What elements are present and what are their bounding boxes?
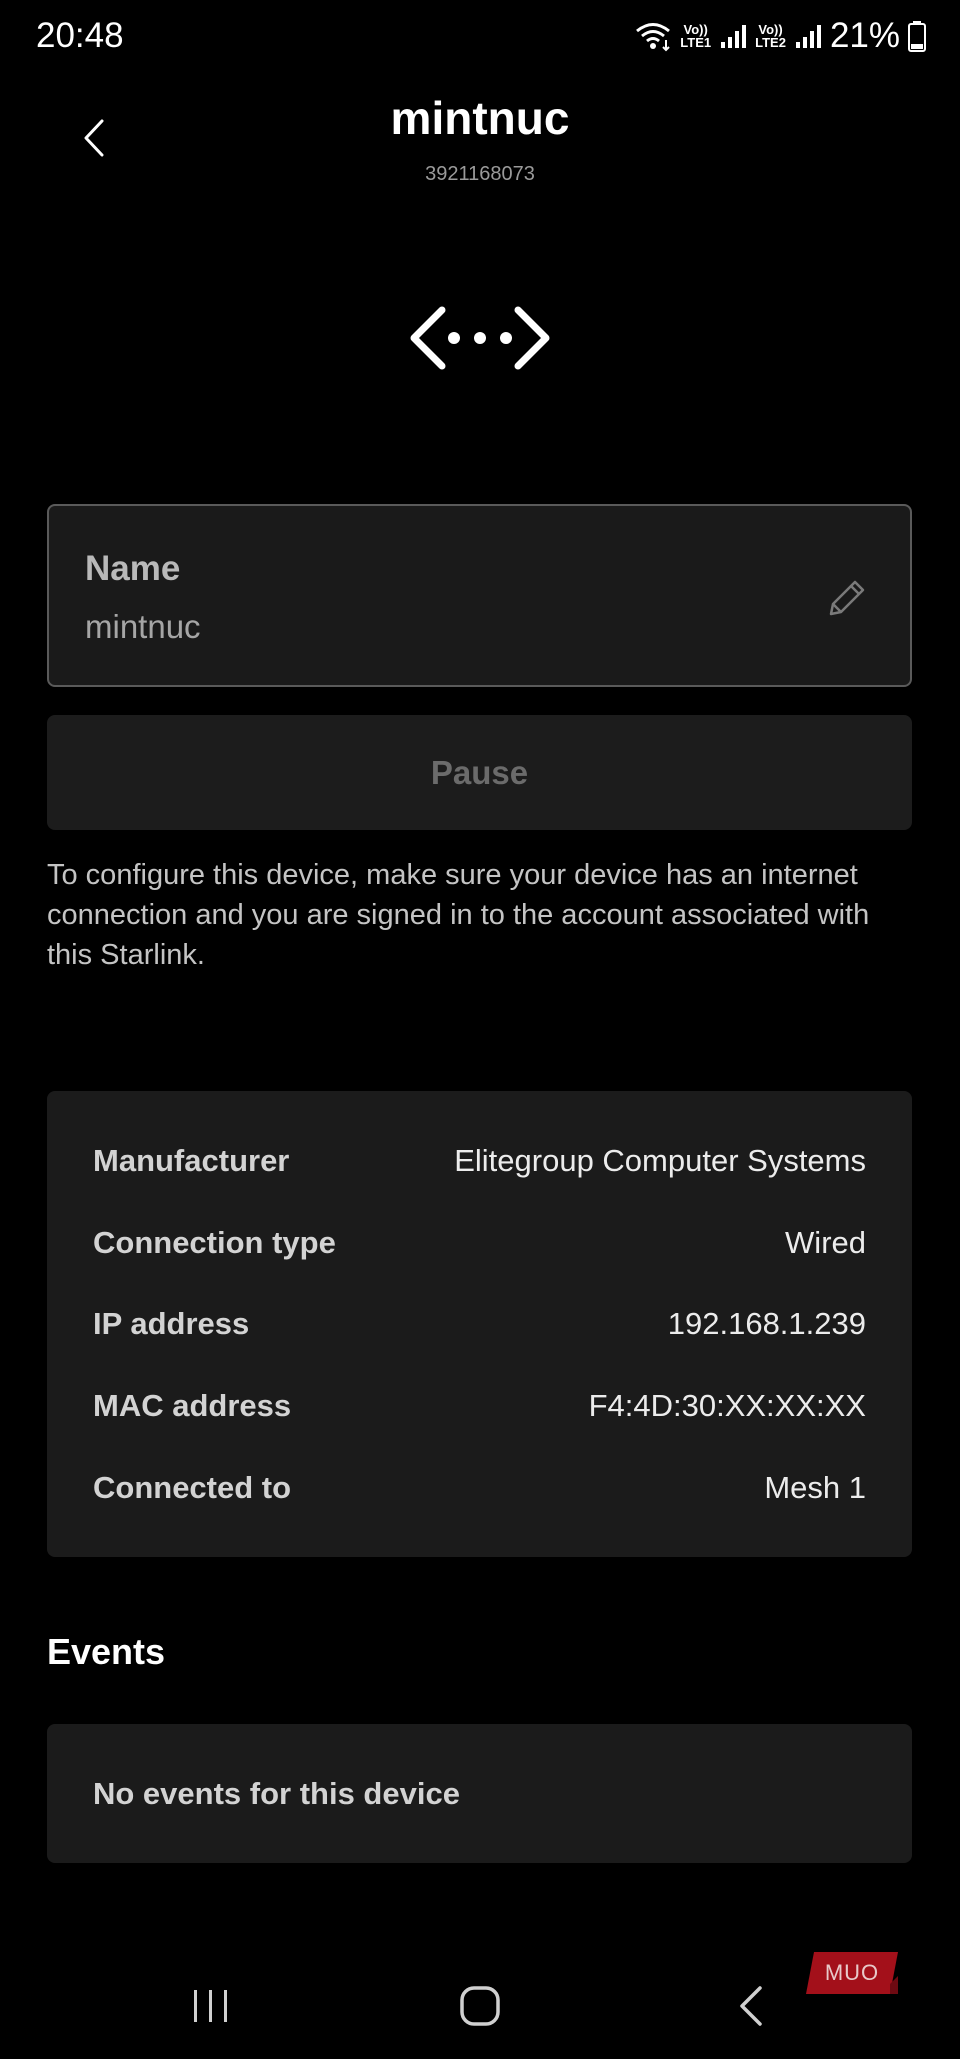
device-id: 3921168073	[425, 163, 535, 185]
detail-row-connected-to: Connected to Mesh 1	[93, 1463, 866, 1513]
wifi-icon	[636, 23, 671, 52]
home-icon[interactable]	[458, 1982, 502, 2030]
network-label-1: Vo)) LTE1	[680, 22, 712, 50]
signal-icon	[721, 25, 747, 48]
watermark-text: MUO	[824, 1960, 880, 1985]
detail-value: Elitegroup Computer Systems	[454, 1143, 866, 1178]
events-heading: Events	[47, 1631, 166, 1672]
name-label: Name	[85, 549, 181, 588]
status-icons: Vo)) LTE1 Vo)) LTE2 21%	[634, 14, 926, 58]
battery-percent: 21%	[829, 16, 900, 55]
detail-value: F4:4D:30:XX:XX:XX	[588, 1388, 866, 1423]
recent-apps-icon[interactable]	[186, 1984, 236, 2028]
events-empty-text: No events for this device	[93, 1775, 460, 1811]
status-time: 20:48	[36, 16, 124, 55]
detail-key: Connection type	[93, 1225, 336, 1260]
events-card: No events for this device	[47, 1724, 912, 1863]
name-field[interactable]: Name mintnuc	[47, 504, 912, 687]
device-details-card: Manufacturer Elitegroup Computer Systems…	[47, 1091, 912, 1557]
detail-row-manufacturer: Manufacturer Elitegroup Computer Systems	[93, 1136, 866, 1186]
detail-value: Wired	[785, 1225, 866, 1260]
detail-row-ip-address: IP address 192.168.1.239	[93, 1299, 866, 1349]
back-icon[interactable]	[730, 1982, 770, 2030]
ethernet-code-icon	[410, 306, 550, 370]
battery-icon	[908, 21, 926, 52]
detail-key: IP address	[93, 1306, 250, 1341]
detail-value: Mesh 1	[764, 1470, 866, 1505]
detail-key: MAC address	[93, 1388, 292, 1423]
detail-row-connection-type: Connection type Wired	[93, 1218, 866, 1268]
network-label-2: Vo)) LTE2	[755, 22, 786, 50]
config-note: To configure this device, make sure your…	[47, 859, 870, 971]
detail-key: Connected to	[93, 1470, 292, 1505]
detail-value: 192.168.1.239	[667, 1306, 866, 1341]
page-title: mintnuc	[390, 92, 570, 144]
signal-icon-2	[795, 25, 821, 48]
pencil-icon[interactable]	[825, 576, 869, 620]
detail-row-mac-address: MAC address F4:4D:30:XX:XX:XX	[93, 1381, 866, 1431]
detail-key: Manufacturer	[93, 1143, 290, 1178]
pause-button[interactable]: Pause	[47, 715, 912, 830]
name-value: mintnuc	[85, 608, 201, 645]
